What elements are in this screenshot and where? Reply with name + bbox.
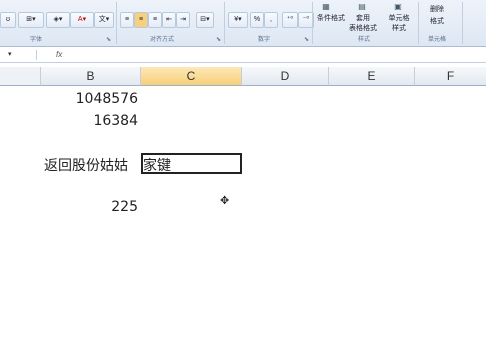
cell-b-row1[interactable]: 1048576 [41,91,138,107]
group-label-number: 数字 [258,37,271,43]
comma-button[interactable]: , [264,12,278,28]
alignment-dialog-launcher-icon[interactable]: ⬊ [216,36,221,43]
ribbon: ʊ ⊞▾ ◈▾ A▾ 文▾ ≡ ≡ ≡ ⇤ ⇥ ⊟▾ ¥▾ % , ⁺⁰ ⁻⁰ … [0,0,486,47]
borders-dropdown[interactable]: ⊞▾ [18,12,44,28]
insert-function-button[interactable]: fx [56,48,62,61]
underline-button[interactable]: ʊ [0,12,16,28]
column-header-d[interactable]: D [242,67,329,86]
font-dialog-launcher-icon[interactable]: ⬊ [106,36,111,43]
column-header-c[interactable]: C [141,67,242,86]
group-separator [312,2,313,44]
increase-decimal-button[interactable]: ⁺⁰ [282,12,298,28]
cell-b-row2[interactable]: 16384 [41,113,138,129]
phonetic-button[interactable]: 文▾ [94,12,114,28]
group-separator [224,2,225,44]
fill-color-button[interactable]: ◈▾ [46,12,70,28]
group-separator [462,2,463,44]
formula-bar-separator [36,50,37,60]
formula-bar: ▾ fx [0,48,486,63]
column-header-e[interactable]: E [329,67,415,86]
select-all-corner[interactable] [0,67,41,86]
format-button[interactable]: 格式 [422,14,452,30]
align-right-button[interactable]: ≡ [148,12,162,28]
group-separator [418,2,419,44]
name-box[interactable]: ▾ [0,48,30,61]
cell-b-row6[interactable]: 225 [41,199,138,215]
increase-indent-button[interactable]: ⇥ [176,12,190,28]
group-label-alignment: 对齐方式 [150,37,175,43]
percent-button[interactable]: % [250,12,264,28]
cell-b-row4[interactable]: 返回股份姑姑 [44,155,128,175]
mouse-cursor-icon: ✥ [220,195,230,207]
currency-button[interactable]: ¥▾ [228,12,248,28]
font-color-button[interactable]: A▾ [70,12,94,28]
cell-styles-button-line2[interactable]: 样式 [382,21,416,37]
number-dialog-launcher-icon[interactable]: ⬊ [304,36,309,43]
active-cell-border [141,153,242,174]
align-center-button[interactable]: ≡ [134,12,148,28]
align-left-button[interactable]: ≡ [120,12,134,28]
merge-center-button[interactable]: ⊟▾ [196,12,214,28]
column-header-f[interactable]: F [415,67,486,86]
group-label-cells: 单元格 [428,37,447,43]
group-label-font: 字体 [30,37,43,43]
conditional-format-button[interactable]: 条件格式 [314,11,348,27]
decrease-indent-button[interactable]: ⇤ [162,12,176,28]
column-header-b[interactable]: B [41,67,141,86]
format-table-button-line2[interactable]: 表格格式 [346,21,380,37]
group-separator [116,2,117,44]
group-label-styles: 样式 [358,37,371,43]
